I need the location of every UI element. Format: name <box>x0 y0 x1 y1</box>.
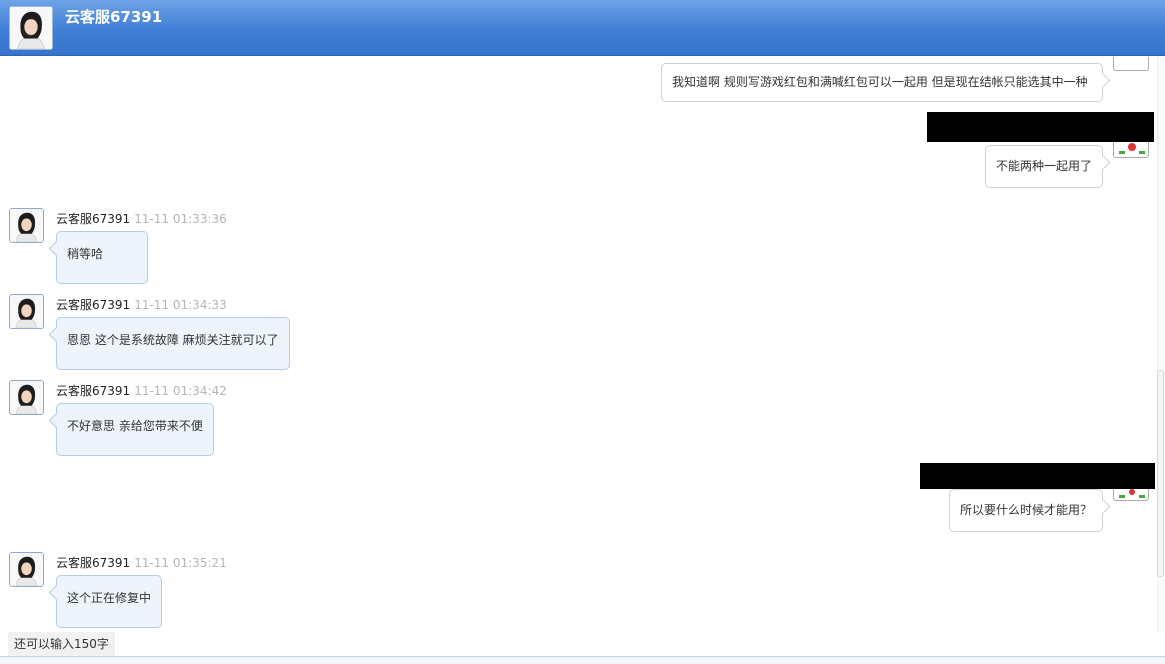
message-time: 11-11 01:34:33 <box>134 298 227 312</box>
user-avatar-icon <box>1119 489 1145 498</box>
agent-avatar <box>9 208 44 243</box>
message-text: 我知道啊 规则写游戏红包和满喊红包可以一起用 但是现在结帐只能选其中一种 <box>672 75 1088 89</box>
chat-title: 云客服67391 <box>65 8 163 26</box>
agent-avatar-icon <box>10 209 43 242</box>
message-bubble-left: 这个正在修复中 <box>56 575 162 628</box>
message-bubble-left: 稍等哈 <box>56 231 148 284</box>
redacted-block <box>920 463 1155 489</box>
scrollbar-thumb[interactable] <box>1157 370 1164 577</box>
redacted-block <box>927 112 1154 142</box>
message-text: 所以要什么时候才能用？ <box>960 503 1093 517</box>
message-bubble-right: 所以要什么时候才能用？ <box>949 489 1103 532</box>
agent-avatar-icon <box>10 7 52 49</box>
user-avatar-icon <box>1119 143 1145 154</box>
agent-avatar-icon <box>10 553 43 586</box>
agent-avatar <box>9 552 44 587</box>
message-meta: 云客服67391 11-11 01:34:33 <box>56 296 227 313</box>
agent-avatar <box>9 380 44 415</box>
char-counter: 还可以输入150字 <box>8 632 115 656</box>
message-text: 这个正在修复中 <box>67 591 152 605</box>
sender-name: 云客服67391 <box>56 298 131 312</box>
message-bubble-right: 不能两种一起用了 <box>985 145 1103 188</box>
message-bubble-left: 恩恩 这个是系统故障 麻烦关注就可以了 <box>56 317 290 370</box>
message-meta: 云客服67391 11-11 01:35:21 <box>56 554 227 571</box>
message-time: 11-11 01:35:21 <box>134 556 227 570</box>
message-list[interactable]: 我知道啊 规则写游戏红包和满喊红包可以一起用 但是现在结帐只能选其中一种 不能两… <box>0 57 1158 632</box>
message-meta: 云客服67391 11-11 01:33:36 <box>56 210 227 227</box>
user-avatar <box>1113 57 1149 71</box>
user-avatar <box>1113 142 1149 158</box>
agent-avatar <box>9 294 44 329</box>
agent-avatar-icon <box>10 381 43 414</box>
message-time: 11-11 01:33:36 <box>134 212 227 226</box>
chat-header: 云客服67391 <box>0 0 1165 56</box>
user-avatar <box>1113 489 1149 501</box>
message-bubble-left: 不好意思 亲给您带来不便 <box>56 403 214 456</box>
sender-name: 云客服67391 <box>56 212 131 226</box>
sender-name: 云客服67391 <box>56 384 131 398</box>
message-time: 11-11 01:34:42 <box>134 384 227 398</box>
message-text: 不好意思 亲给您带来不便 <box>67 419 203 433</box>
message-text: 恩恩 这个是系统故障 麻烦关注就可以了 <box>67 333 279 347</box>
message-bubble-right: 我知道啊 规则写游戏红包和满喊红包可以一起用 但是现在结帐只能选其中一种 <box>661 63 1103 102</box>
agent-avatar <box>9 6 53 50</box>
message-meta: 云客服67391 11-11 01:34:42 <box>56 382 227 399</box>
message-text: 稍等哈 <box>67 247 104 261</box>
message-text: 不能两种一起用了 <box>996 159 1093 173</box>
agent-avatar-icon <box>10 295 43 328</box>
sender-name: 云客服67391 <box>56 556 131 570</box>
